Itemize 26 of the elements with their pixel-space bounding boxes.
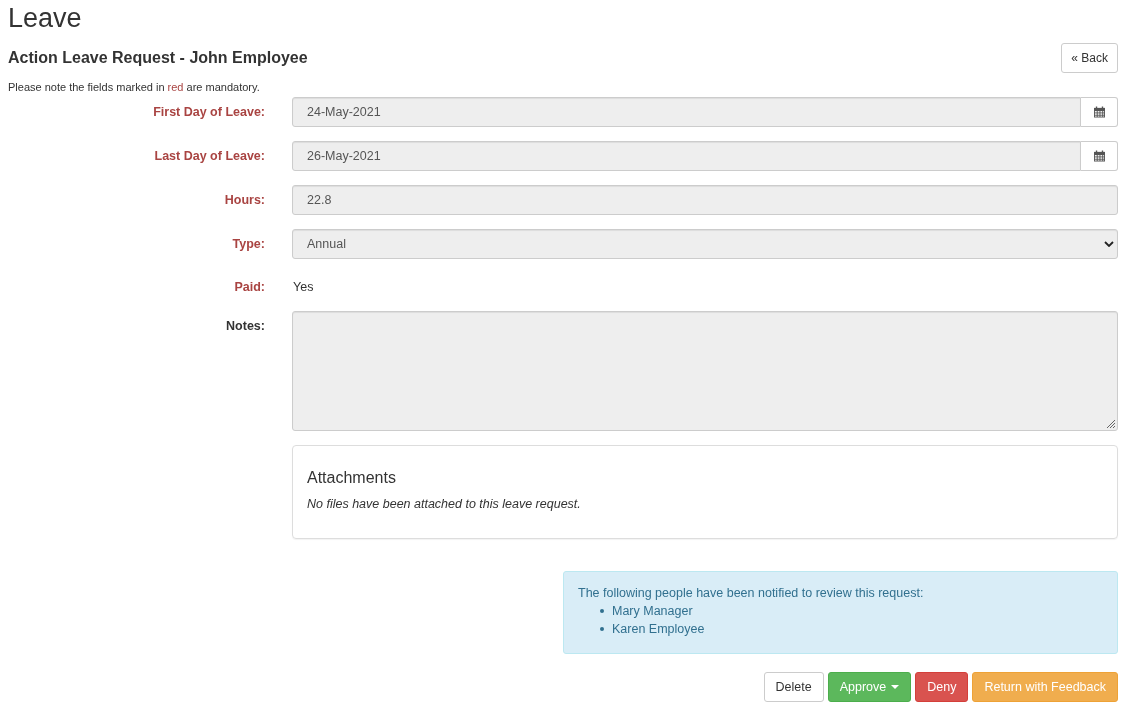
- calendar-button[interactable]: [1081, 97, 1118, 127]
- calendar-icon: [1093, 150, 1105, 162]
- action-button[interactable]: Deny: [915, 672, 969, 702]
- no-attachments-message: No files have been attached to this leave request.: [307, 496, 581, 513]
- page-title: Leave: [8, 2, 82, 35]
- field-label: First Day of Leave:: [153, 105, 265, 119]
- notification-message: The following people have been notified to review this request:: [578, 585, 924, 602]
- field-label: Paid:: [234, 280, 265, 294]
- mandatory-note: Please note the fields marked in red are mandatory.: [8, 80, 260, 95]
- bullet-icon: [600, 609, 604, 613]
- calendar-button[interactable]: [1081, 141, 1118, 171]
- attachments-title: Attachments: [307, 468, 396, 488]
- bullet-icon: [600, 627, 604, 631]
- action-button[interactable]: Delete: [763, 672, 824, 702]
- chevron-down-icon: [1104, 241, 1114, 247]
- caret-icon: [891, 685, 900, 689]
- field-label: Notes:: [226, 319, 265, 333]
- calendar-icon: [1093, 106, 1105, 118]
- field-value: Yes: [293, 280, 314, 294]
- form-title: Action Leave Request - John Employee: [8, 48, 308, 68]
- field-label: Last Day of Leave:: [154, 149, 265, 163]
- notified-person: Karen Employee: [612, 621, 705, 638]
- field-label: Hours:: [224, 193, 265, 207]
- back-button[interactable]: « Back: [1061, 43, 1118, 73]
- field-label: Type:: [232, 237, 265, 251]
- notified-person: Mary Manager: [612, 603, 693, 620]
